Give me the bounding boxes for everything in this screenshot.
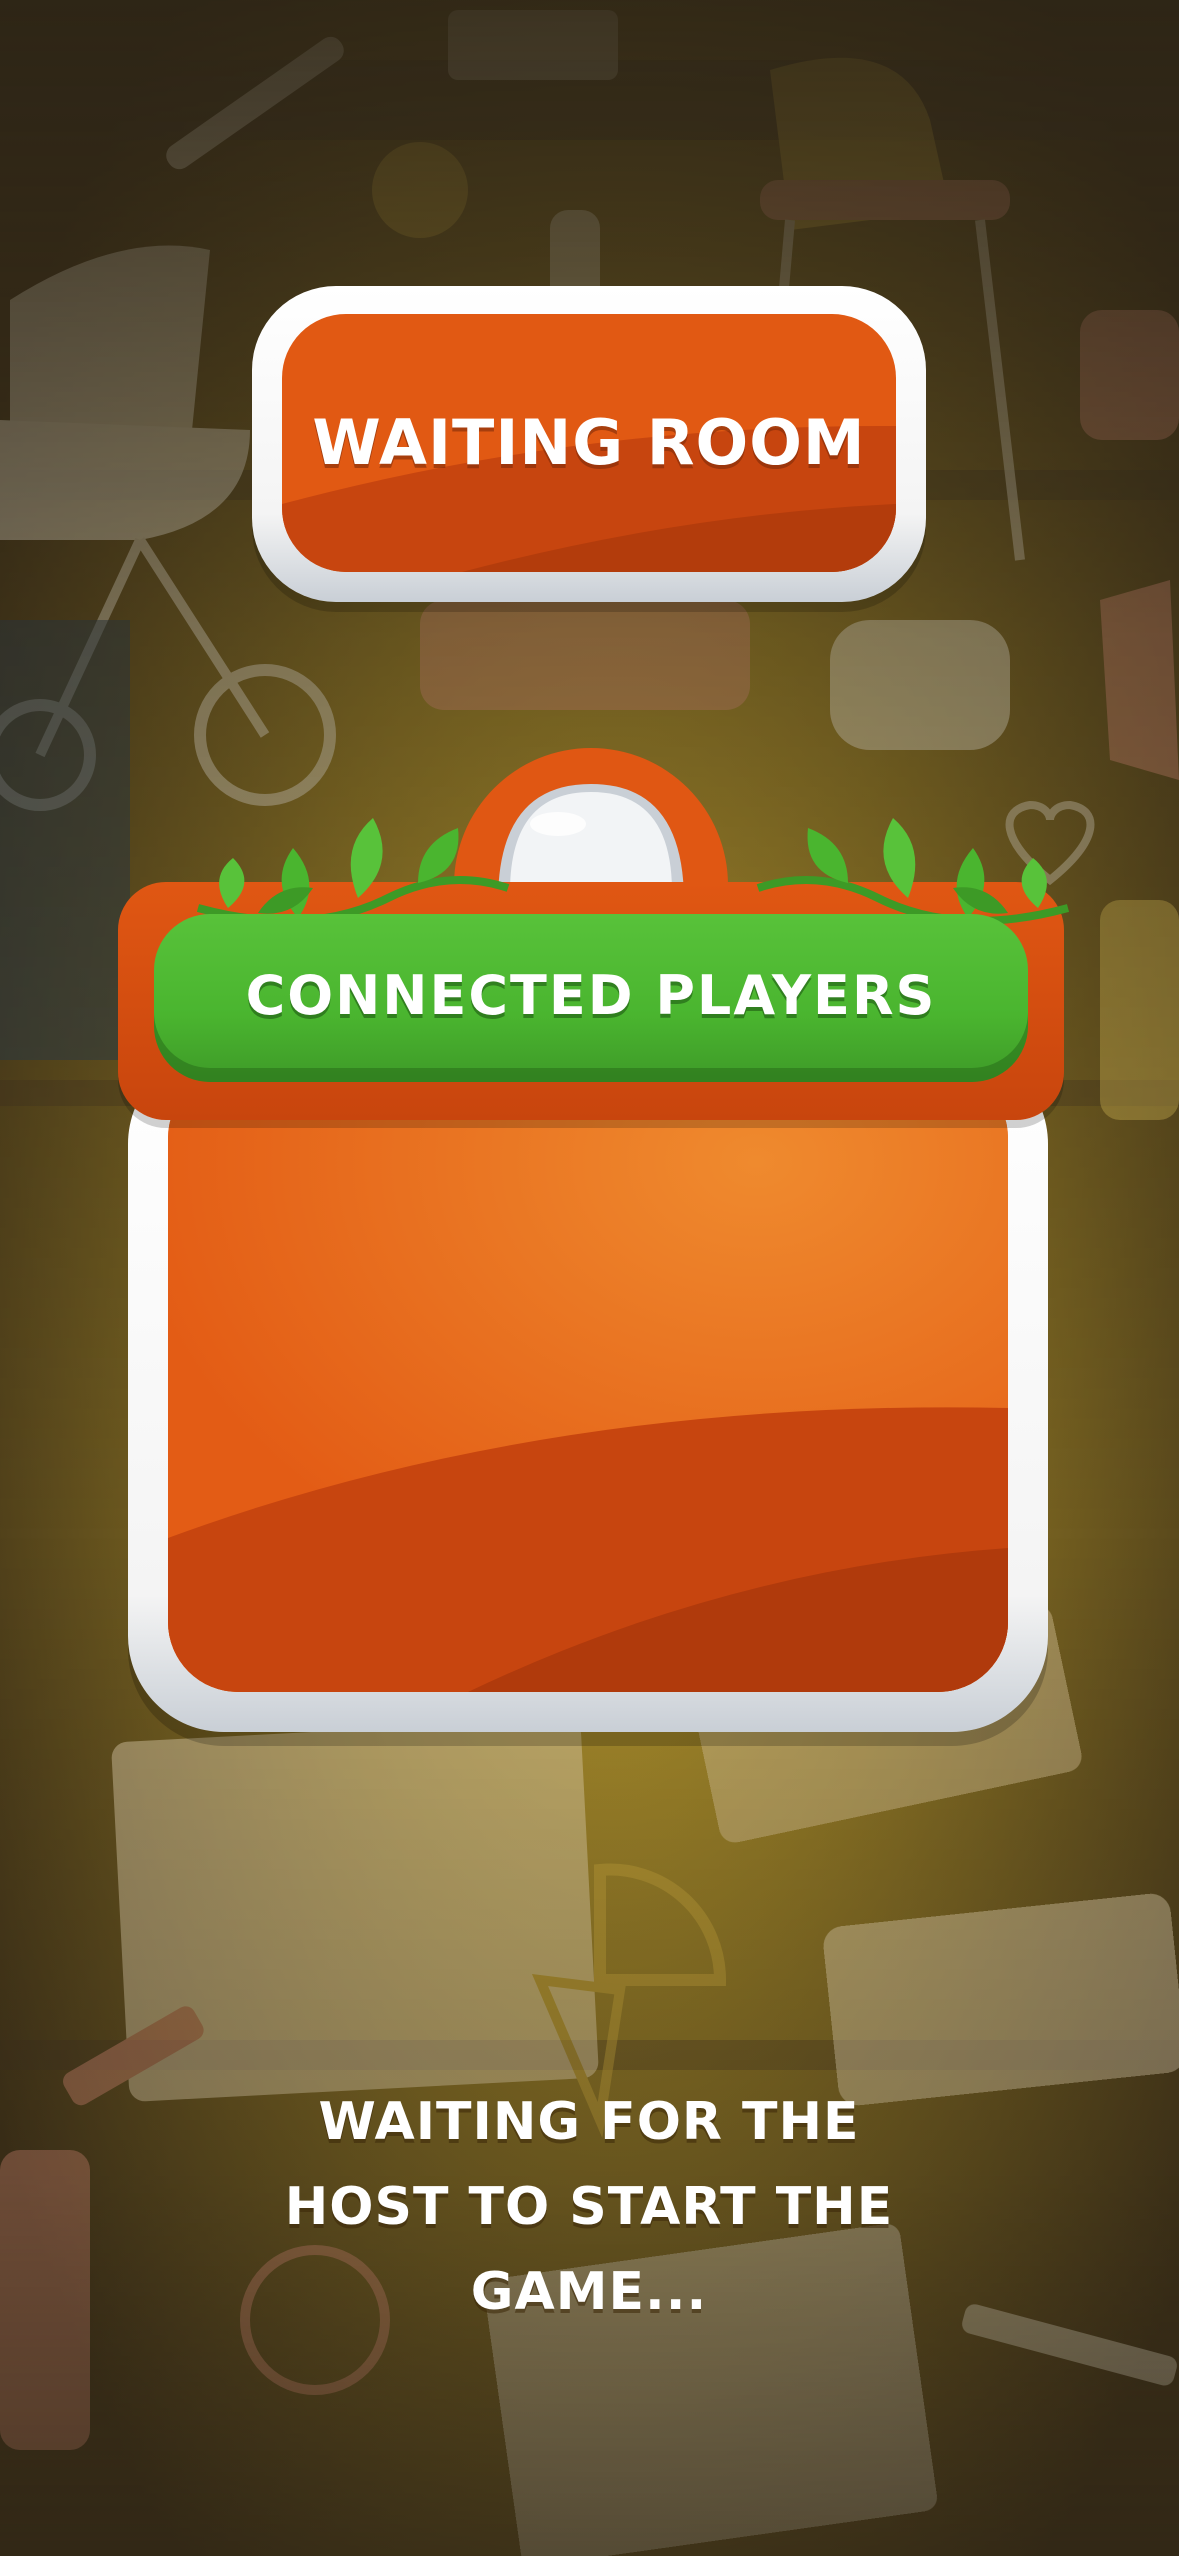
players-list-frame	[128, 1048, 1048, 1732]
players-header-banner: Connected Players	[154, 914, 1028, 1082]
title-plate: Waiting Room	[252, 286, 926, 602]
players-header-title: Connected Players	[245, 963, 937, 1027]
players-list-area	[168, 1068, 1008, 1692]
title-plate-inner: Waiting Room	[282, 314, 896, 572]
connected-players-panel: Connected Players	[118, 748, 1070, 1732]
page-title: Waiting Room	[312, 406, 866, 479]
players-list	[168, 1068, 1008, 1692]
waiting-status-message: Waiting for the host to start the game..…	[284, 2092, 894, 2322]
